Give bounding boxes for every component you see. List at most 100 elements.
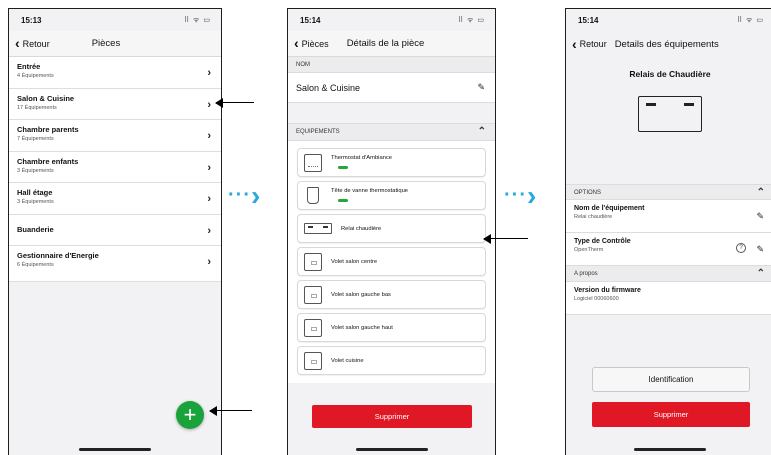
page-title: Details des équipements [614, 38, 719, 50]
equipment-item-relay[interactable]: Relai chaudière [297, 214, 486, 243]
room-name: Gestionnaire d'Energie [17, 251, 99, 260]
nav-bar: ‹ Retour Details des équipements [566, 31, 771, 57]
home-indicator [355, 448, 428, 451]
equipment-name: Volet salon gauche haut [331, 324, 393, 331]
add-room-button[interactable]: + [176, 401, 204, 429]
flow-arrow-icon: ···› [228, 180, 261, 211]
room-name: Hall étage [17, 188, 53, 197]
status-icons: ⠿ ᯤ ▭ [736, 16, 764, 24]
equipment-item-valve[interactable]: Tête de vanne thermostatique [297, 181, 486, 210]
relay-led [684, 103, 694, 106]
firmware-value: Logiciel 00060600 [574, 296, 619, 302]
phone-screen-room-details: 15:14 ⠿ ᯤ ▭ ‹ Pièces Détails de la pièce… [287, 8, 496, 455]
options-header-label: OPTIONS [574, 190, 602, 196]
back-button[interactable]: ‹ Retour [572, 35, 607, 52]
chevron-right-icon: › [207, 193, 211, 205]
equipment-item-volet-salon-centre[interactable]: Volet salon centre [297, 247, 486, 276]
section-header-options[interactable]: OPTIONS ⌃ [566, 184, 771, 200]
room-equip-count: 3 Équipements [17, 199, 54, 205]
delete-equipment-button[interactable]: Supprimer [592, 402, 750, 427]
nav-bar: ‹ Pièces Détails de la pièce [288, 31, 495, 57]
equipment-item-volet-salon-gauche-haut[interactable]: Volet salon gauche haut [297, 313, 486, 342]
identification-button[interactable]: Identification [592, 367, 750, 392]
room-item-chambre-enfants[interactable]: Chambre enfants 3 Équipements › [9, 151, 221, 183]
back-button[interactable]: ‹ Retour [15, 35, 50, 51]
room-item-hall-etage[interactable]: Hall étage 3 Équipements › [9, 183, 221, 215]
chevron-left-icon: ‹ [572, 35, 577, 52]
room-name-row[interactable]: Salon & Cuisine ✎ [288, 73, 495, 103]
shutter-icon [304, 285, 322, 304]
delete-room-button[interactable]: Supprimer [312, 405, 472, 428]
room-equip-count: 7 Équipements [17, 136, 54, 142]
back-button[interactable]: ‹ Pièces [294, 35, 329, 51]
chevron-right-icon: › [207, 224, 211, 237]
status-ok-indicator [338, 166, 348, 169]
back-label: Retour [22, 38, 50, 49]
help-icon[interactable]: ? [736, 243, 746, 253]
pencil-icon[interactable]: ✎ [756, 211, 764, 222]
room-item-entree[interactable]: Entrée 4 Équipements › [9, 57, 221, 89]
annotation-arrow [215, 96, 254, 110]
chevron-up-icon: ⌃ [756, 268, 765, 279]
chevron-right-icon: › [207, 67, 211, 79]
control-type-row[interactable]: Type de Contrôle OpenTherm ? ✎ [566, 233, 771, 266]
page-title: Détails de la pièce [346, 38, 425, 49]
room-equip-count: 17 Équipements [17, 104, 57, 111]
equipment-item-volet-cuisine[interactable]: Volet cuisine [297, 346, 486, 375]
equipment-item-volet-salon-gauche-bas[interactable]: Volet salon gauche bas [297, 280, 486, 309]
equipment-name-value: Relai chaudière [574, 214, 613, 220]
phone-screen-rooms: 15:13 ⠿ ᯤ ▭ ‹ Retour Pièces Entrée 4 Équ… [8, 8, 222, 455]
chevron-right-icon: › [207, 256, 211, 268]
room-item-buanderie[interactable]: Buanderie › [9, 214, 221, 246]
status-icons: ⠿ ᯤ ▭ [457, 16, 485, 24]
status-time: 15:13 [21, 15, 42, 25]
equipment-name-label: Nom de l'équipement [574, 205, 645, 212]
room-name: Chambre enfants [17, 156, 79, 166]
pencil-icon[interactable]: ✎ [756, 244, 764, 255]
shutter-icon [304, 318, 322, 337]
section-header-name: NOM [288, 57, 495, 73]
equipment-name: Thermostat d'Ambiance [331, 155, 393, 161]
equipment-name: Volet salon centre [331, 258, 378, 265]
status-ok-indicator [338, 199, 348, 202]
chevron-left-icon: ‹ [15, 35, 20, 51]
chevron-right-icon: › [207, 161, 211, 174]
equipment-list: Thermostat d'Ambiance Tête de vanne ther… [288, 141, 495, 383]
room-equip-count: 3 Équipements [17, 167, 54, 174]
room-list: Entrée 4 Équipements › Salon & Cuisine 1… [9, 57, 221, 282]
thermostat-icon [304, 153, 322, 172]
status-bar: 15:13 ⠿ ᯤ ▭ [9, 9, 221, 31]
valve-icon [307, 187, 319, 204]
chevron-up-icon: ⌃ [477, 126, 486, 137]
section-header-equipments[interactable]: EQUIPEMENTS ⌃ [288, 123, 495, 141]
room-item-salon-cuisine[interactable]: Salon & Cuisine 17 Équipements › [9, 88, 221, 120]
status-bar: 15:14 ⠿ ᯤ ▭ [566, 9, 771, 31]
status-time: 15:14 [300, 15, 321, 25]
pencil-icon[interactable]: ✎ [477, 82, 485, 93]
chevron-left-icon: ‹ [294, 35, 299, 51]
annotation-arrow [209, 404, 252, 418]
room-item-chambre-parents[interactable]: Chambre parents 7 Équipements › [9, 120, 221, 152]
equipment-name: Volet salon gauche bas [331, 291, 391, 298]
home-indicator [79, 448, 151, 451]
device-title: Relais de Chaudière [629, 69, 711, 79]
equipment-name: Volet cuisine [331, 357, 364, 364]
chevron-right-icon: › [207, 98, 211, 111]
status-icons: ⠿ ᯤ ▭ [183, 16, 211, 24]
equipments-header-label: EQUIPEMENTS [296, 129, 340, 135]
status-time: 15:14 [578, 15, 599, 25]
room-name-value: Salon & Cuisine [296, 83, 361, 93]
relay-led [646, 103, 656, 106]
firmware-label: Version du firmware [574, 287, 641, 294]
shutter-icon [304, 351, 322, 370]
phone-screen-equipment-details: 15:14 ⠿ ᯤ ▭ ‹ Retour Details des équipem… [565, 8, 771, 455]
equipment-name-row[interactable]: Nom de l'équipement Relai chaudière ✎ [566, 200, 771, 233]
firmware-row: Version du firmware Logiciel 00060600 [566, 282, 771, 315]
section-header-about[interactable]: A propos ⌃ [566, 266, 771, 282]
status-bar: 15:14 ⠿ ᯤ ▭ [288, 9, 495, 31]
room-name: Buanderie [17, 224, 54, 234]
room-item-gestionnaire-energie[interactable]: Gestionnaire d'Energie 6 Équipements › [9, 246, 221, 282]
equipment-item-thermostat[interactable]: Thermostat d'Ambiance [297, 148, 486, 177]
